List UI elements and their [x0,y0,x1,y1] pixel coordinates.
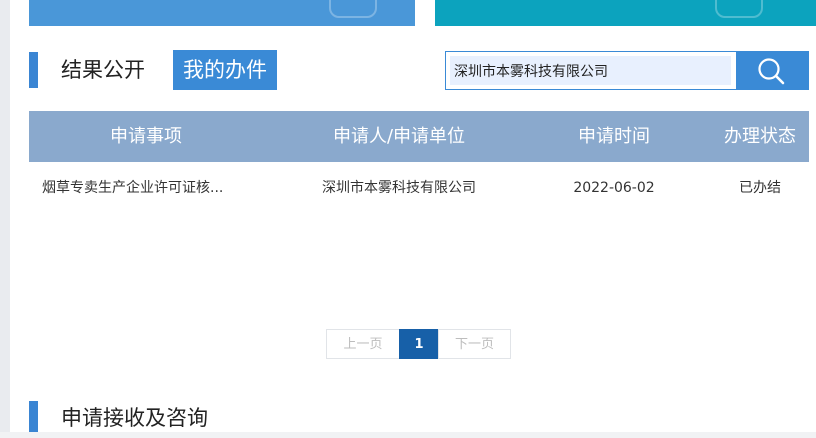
section-marker [29,52,38,88]
chat-bubble-icon [329,0,377,18]
search-icon [758,58,785,85]
cell-applicant: 深圳市本雾科技有限公司 [322,180,476,196]
section-title-consult: 申请接收及咨询 [61,406,208,430]
tab-results-public[interactable]: 结果公开 [61,50,145,90]
content-panel: 结果公开 我的办件 申请事项 申请人/申请单位 申请时间 办理状态 烟草专卖生产… [10,0,816,432]
cell-status: 已办结 [739,180,781,196]
page-1-button[interactable]: 1 [399,329,439,359]
tab-my-cases[interactable]: 我的办件 [173,50,277,90]
column-header-date: 申请时间 [578,126,650,147]
section-marker [29,401,38,432]
service-banner-right[interactable] [435,0,816,26]
table-header: 申请事项 申请人/申请单位 申请时间 办理状态 [29,111,809,162]
chat-bubble-icon [715,0,763,18]
search-button[interactable] [736,51,809,90]
cell-date: 2022-06-02 [573,180,655,196]
page-left-edge [0,0,10,432]
column-header-status: 办理状态 [724,126,796,147]
next-page-button[interactable]: 下一页 [438,329,511,359]
column-header-applicant: 申请人/申请单位 [332,126,466,147]
column-header-item: 申请事项 [110,126,182,147]
search-field [445,51,739,90]
search-input[interactable] [450,56,731,85]
service-banner-left[interactable] [29,0,415,26]
cell-item[interactable]: 烟草专卖生产企业许可证核... [42,162,257,214]
table-row[interactable]: 烟草专卖生产企业许可证核... 深圳市本雾科技有限公司 2022-06-02 已… [29,162,809,214]
prev-page-button[interactable]: 上一页 [326,329,400,359]
